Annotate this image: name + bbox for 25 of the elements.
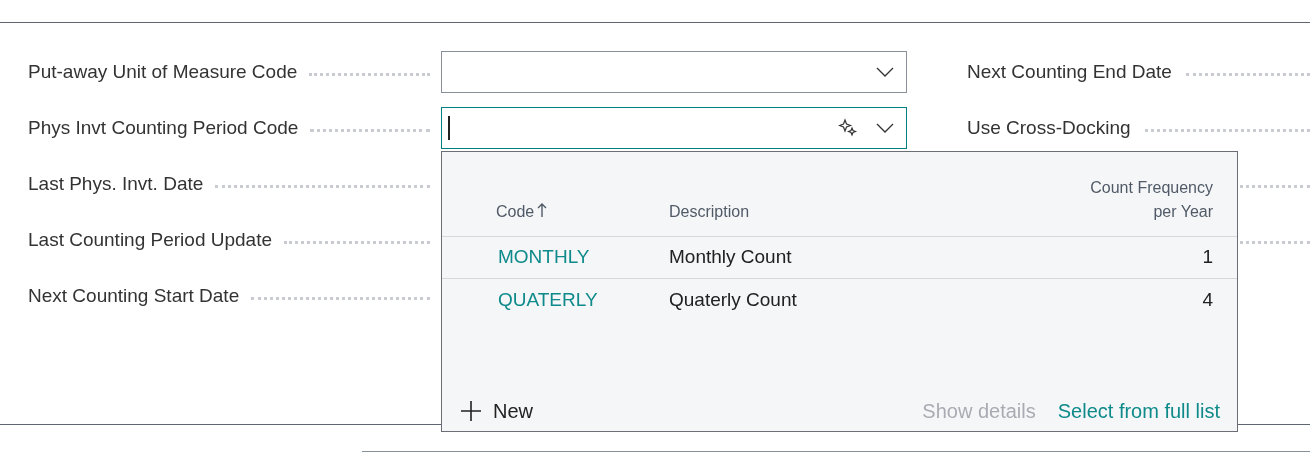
dropdown-field[interactable] — [441, 51, 907, 93]
field-label: Last Phys. Invt. Date — [28, 171, 204, 196]
field-label: Last Counting Period Update — [28, 227, 272, 252]
plus-icon — [460, 400, 482, 422]
code-link[interactable]: MONTHLY — [498, 246, 590, 268]
field-label: Phys Invt Counting Period Code — [28, 115, 299, 140]
table-cell: Monthly Count — [669, 246, 792, 268]
column-header[interactable]: Description — [669, 200, 750, 224]
select-full-list-link[interactable]: Select from full list — [1057, 396, 1220, 426]
chevron-down-icon[interactable] — [876, 123, 894, 133]
table-cell: 1 — [1202, 246, 1213, 268]
code-link[interactable]: QUATERLY — [498, 288, 598, 310]
table-cell: 4 — [1202, 288, 1213, 310]
field-label: Next Counting Start Date — [28, 283, 240, 308]
table-cell: Quaterly Count — [669, 288, 797, 310]
chevron-down-icon[interactable] — [876, 67, 894, 77]
lookup-field[interactable] — [441, 107, 907, 149]
sort-arrow-up-icon — [537, 203, 548, 218]
column-header[interactable]: Code — [496, 200, 548, 224]
field-label: Use Cross-Docking — [967, 115, 1131, 140]
new-button[interactable]: New — [460, 396, 533, 426]
field-label: Put-away Unit of Measure Code — [28, 59, 298, 84]
sparkle-icon[interactable] — [838, 118, 858, 138]
field-label: Next Counting End Date — [967, 59, 1172, 84]
column-header[interactable]: Count Frequency per Year — [1063, 176, 1213, 224]
